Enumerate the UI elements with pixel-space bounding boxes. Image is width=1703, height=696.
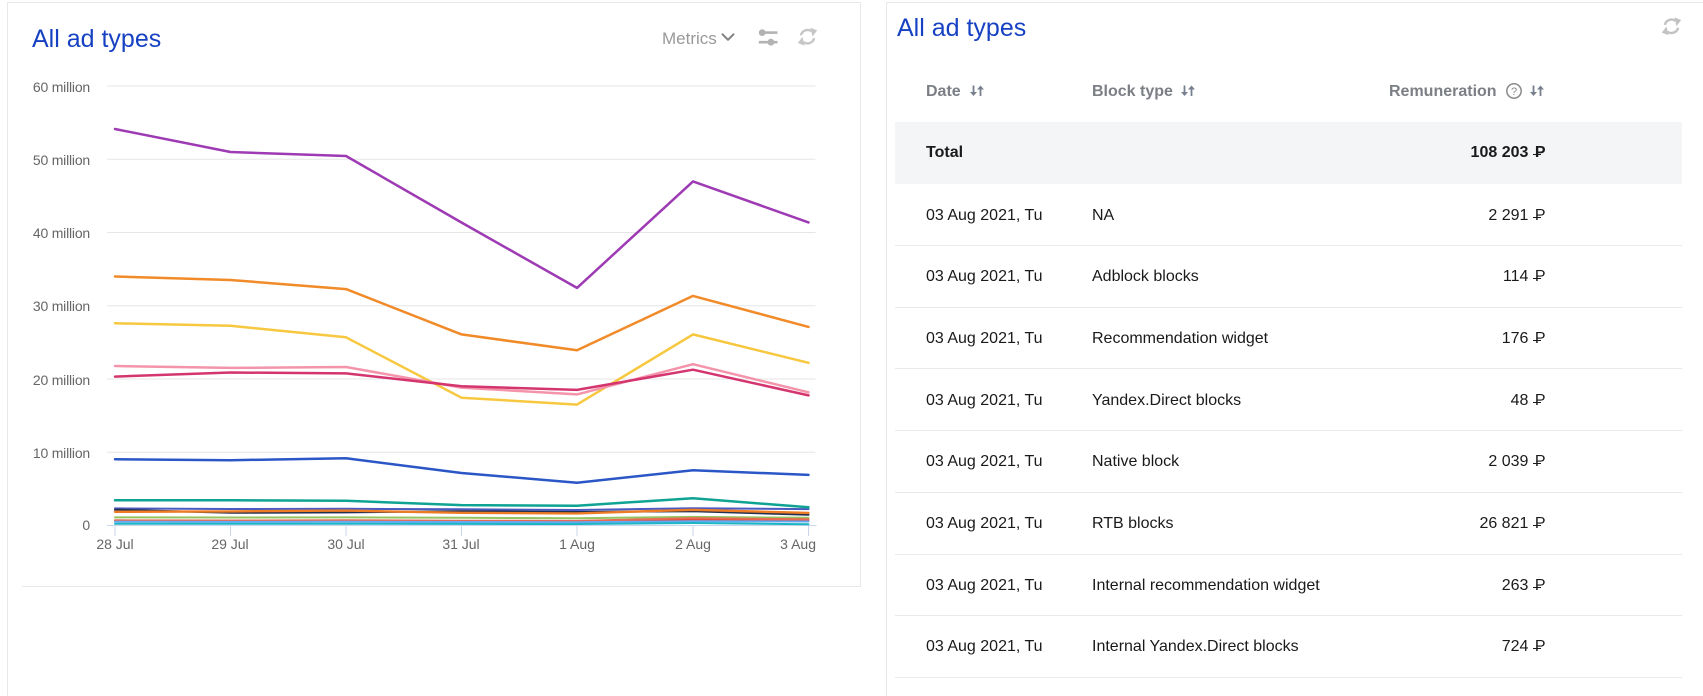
svg-text:?: ? (1511, 86, 1517, 98)
